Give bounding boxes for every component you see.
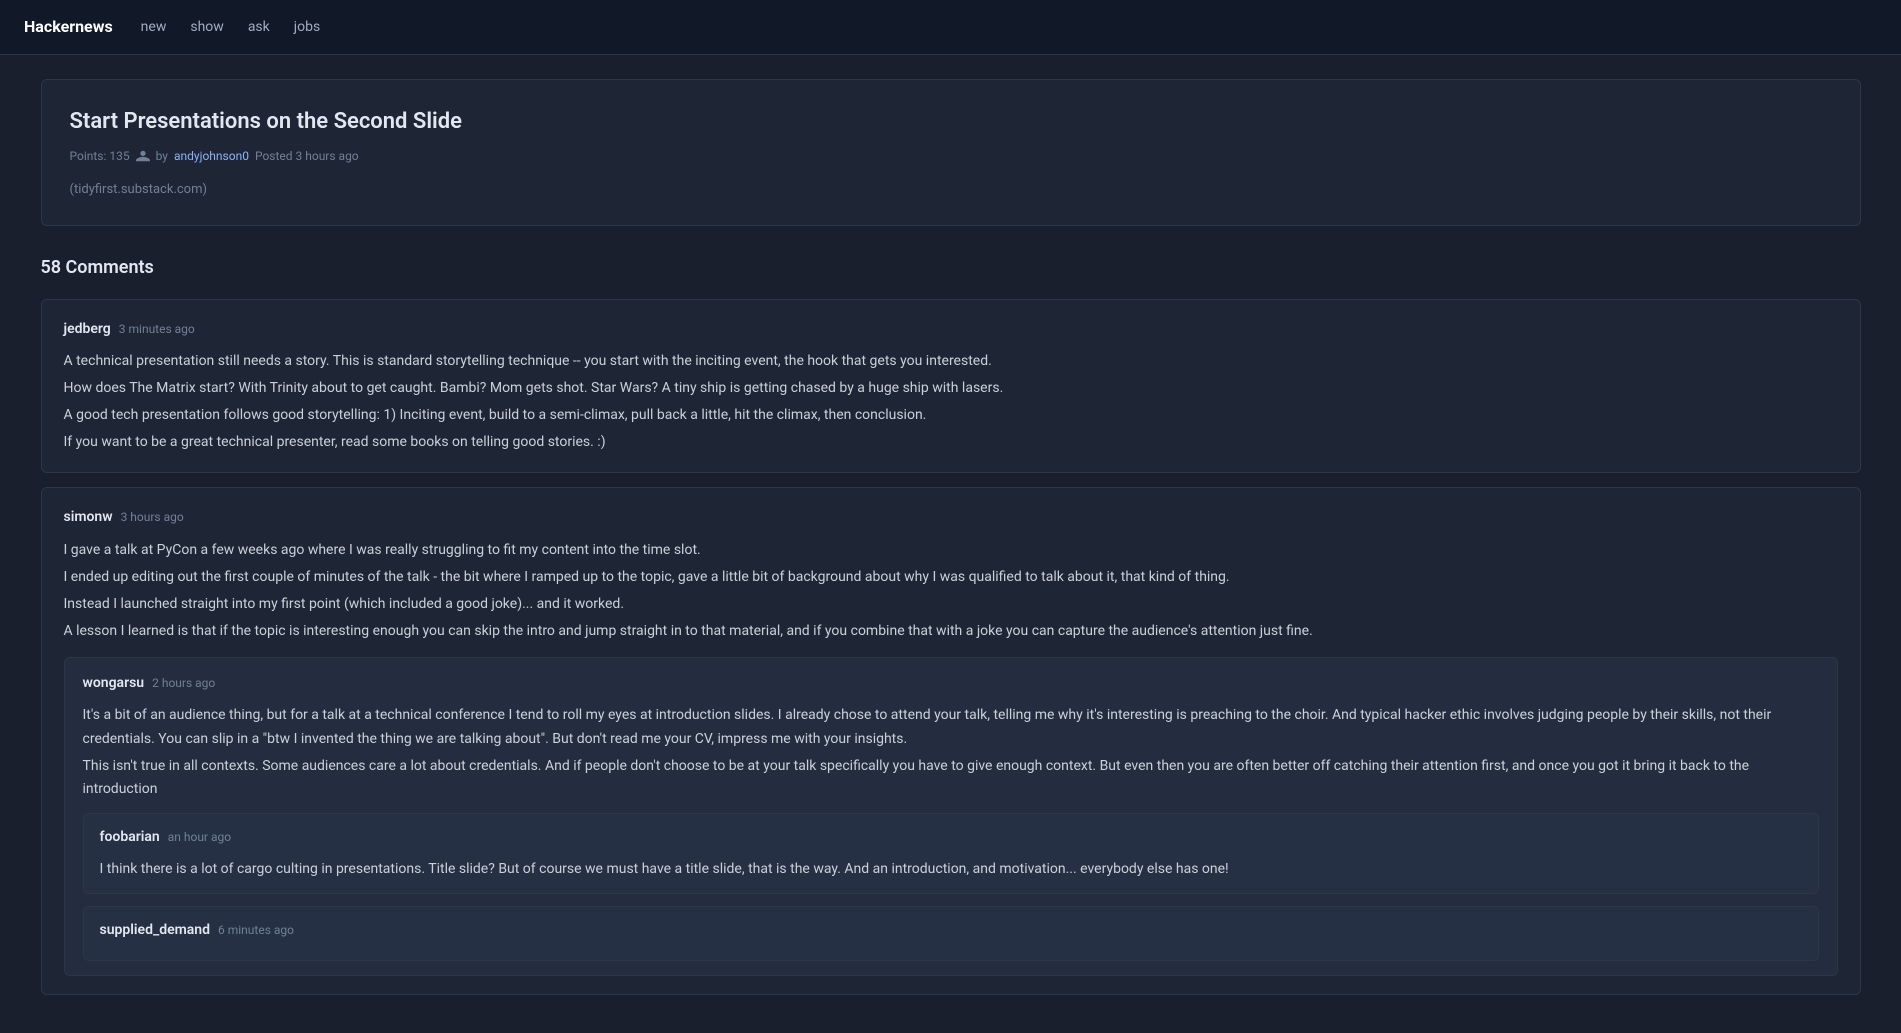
article-meta: Points: 135 by andyjohnson0 Posted 3 hou… <box>70 147 1832 166</box>
nav-item-new[interactable]: new <box>141 16 167 38</box>
comment-line: A good tech presentation follows good st… <box>64 404 1838 427</box>
nav-item-ask[interactable]: ask <box>248 16 270 38</box>
comment-time: 2 hours ago <box>152 676 215 690</box>
nav-item-show[interactable]: show <box>190 16 223 38</box>
user-icon <box>136 149 150 163</box>
article-by: by <box>156 147 168 166</box>
comment-line: I think there is a lot of cargo culting … <box>100 858 1802 881</box>
article-domain[interactable]: (tidyfirst.substack.com) <box>70 180 1832 201</box>
main-content: Start Presentations on the Second Slide … <box>21 55 1881 1033</box>
comment-author[interactable]: wongarsu <box>83 675 145 691</box>
article-card: Start Presentations on the Second Slide … <box>41 79 1861 226</box>
comment-author[interactable]: jedberg <box>64 321 111 337</box>
comment-card: simonw 3 hours ago I gave a talk at PyCon … <box>41 487 1861 994</box>
main-nav: new show ask jobs <box>141 16 321 38</box>
comment-line: How does The Matrix start? With Trinity … <box>64 377 1838 400</box>
article-author[interactable]: andyjohnson0 <box>174 147 249 166</box>
comment-time: 3 hours ago <box>121 510 184 524</box>
nested-comment: wongarsu 2 hours ago It's a bit of an audi… <box>64 657 1838 976</box>
nested-comment: supplied_demand 6 minutes ago <box>83 906 1819 960</box>
comment-line: A technical presentation still needs a s… <box>64 350 1838 373</box>
comment-body: I gave a talk at PyCon a few weeks ago w… <box>64 539 1838 643</box>
comment-line: If you want to be a great technical pres… <box>64 431 1838 454</box>
comment-time: 6 minutes ago <box>218 923 294 937</box>
article-posted: Posted 3 hours ago <box>255 147 359 166</box>
comment-line: I gave a talk at PyCon a few weeks ago w… <box>64 539 1838 562</box>
comment-line: It's a bit of an audience thing, but for… <box>83 704 1819 750</box>
brand-logo[interactable]: Hackernews <box>24 14 113 40</box>
comment-body: It's a bit of an audience thing, but for… <box>83 704 1819 800</box>
comment-line: This isn't true in all contexts. Some au… <box>83 755 1819 801</box>
comment-time: an hour ago <box>168 830 231 844</box>
comment-time: 3 minutes ago <box>119 322 195 336</box>
comment-line: Instead I launched straight into my firs… <box>64 593 1838 616</box>
comment-body: A technical presentation still needs a s… <box>64 350 1838 454</box>
article-points: Points: 135 <box>70 147 130 166</box>
comment-author[interactable]: simonw <box>64 509 113 525</box>
nav-item-jobs[interactable]: jobs <box>294 16 320 38</box>
comment-line: A lesson I learned is that if the topic … <box>64 620 1838 643</box>
article-title: Start Presentations on the Second Slide <box>70 104 1832 139</box>
comment-line: I ended up editing out the first couple … <box>64 566 1838 589</box>
comments-header: 58 Comments <box>41 254 1861 283</box>
comment-body: I think there is a lot of cargo culting … <box>100 858 1802 881</box>
nested-comment: foobarian an hour ago I think there is a l… <box>83 813 1819 894</box>
comments-container: jedberg 3 minutes ago A technical presenta… <box>41 299 1861 995</box>
comment-author[interactable]: supplied_demand <box>100 922 211 938</box>
comment-author[interactable]: foobarian <box>100 829 160 845</box>
comment-card: jedberg 3 minutes ago A technical presenta… <box>41 299 1861 474</box>
header: Hackernews new show ask jobs <box>0 0 1901 55</box>
